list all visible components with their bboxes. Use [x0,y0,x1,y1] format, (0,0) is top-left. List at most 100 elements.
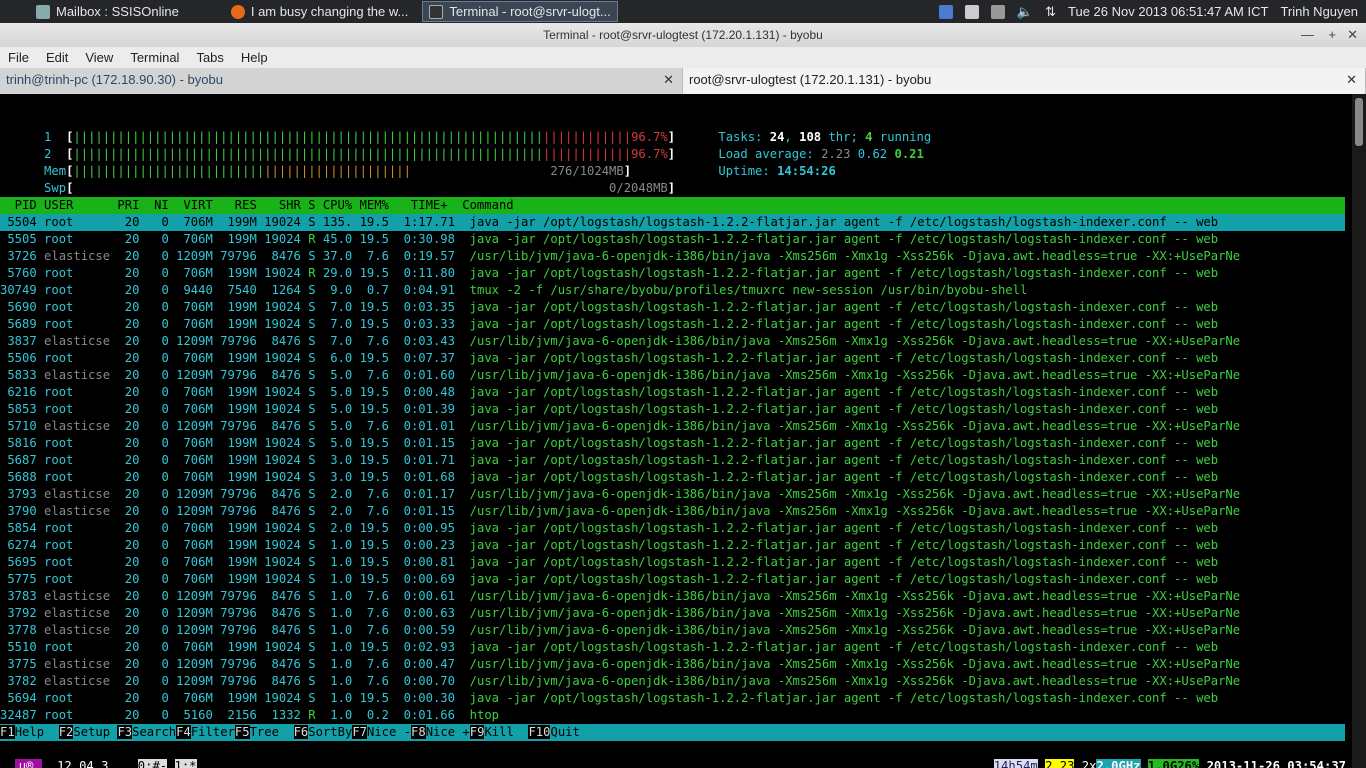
tab-trinh-pc[interactable]: trinh@trinh-pc (172.18.90.30) - byobu ✕ [0,68,683,94]
close-tab-icon[interactable]: ✕ [663,68,674,92]
process-row[interactable]: 3783 elasticse 20 0 1209M 79796 8476 S 1… [0,588,1345,605]
process-row[interactable]: 5694 root 20 0 706M 199M 19024 S 1.0 19.… [0,690,1345,707]
close-icon[interactable]: ✕ [1347,23,1358,47]
tab-srvr-ulogtest[interactable]: root@srvr-ulogtest (172.20.1.131) - byob… [683,68,1366,94]
process-row[interactable]: 3792 elasticse 20 0 1209M 79796 8476 S 1… [0,605,1345,622]
process-row[interactable]: 5854 root 20 0 706M 199M 19024 S 2.0 19.… [0,520,1345,537]
fkey-f6[interactable]: F6 [293,725,309,739]
fkey-f10[interactable]: F10 [528,725,551,739]
process-row[interactable]: 5505 root 20 0 706M 199M 19024 R 45.0 19… [0,231,1345,248]
process-table-header[interactable]: PID USER PRI NI VIRT RES SHR S CPU% MEM%… [0,197,1345,214]
taskbar-app-terminal[interactable]: Terminal - root@srvr-ulogt... [422,1,618,22]
process-row[interactable]: 5853 root 20 0 706M 199M 19024 S 5.0 19.… [0,401,1345,418]
taskbar-app-firefox[interactable]: I am busy changing the w... [225,0,415,23]
menu-file[interactable]: File [0,50,38,65]
menu-tabs[interactable]: Tabs [188,50,232,65]
process-row[interactable]: 5687 root 20 0 706M 199M 19024 S 3.0 19.… [0,452,1345,469]
process-res: 79796 [220,249,265,263]
fkey-f7[interactable]: F7 [352,725,367,739]
process-virt: 5160 [176,708,221,722]
process-pri: 20 [117,640,147,654]
menu-view[interactable]: View [77,50,122,65]
menu-edit[interactable]: Edit [38,50,77,65]
fkey-f3[interactable]: F3 [117,725,133,739]
process-mem: 7.6 [359,249,397,263]
fkey-label[interactable]: SortBy [308,725,352,739]
process-time: 0:01.15 [396,436,470,450]
process-shr: 19024 [264,538,309,552]
process-row[interactable]: 5510 root 20 0 706M 199M 19024 S 1.0 19.… [0,639,1345,656]
clock[interactable]: Tue 26 Nov 2013 06:51:47 AM ICT [1068,4,1268,19]
process-pri: 20 [117,368,147,382]
process-pid: 5816 [0,436,45,450]
process-row[interactable]: 5688 root 20 0 706M 199M 19024 S 3.0 19.… [0,469,1345,486]
process-row[interactable]: 3790 elasticse 20 0 1209M 79796 8476 S 2… [0,503,1345,520]
process-ni: 0 [146,470,177,484]
transfer-icon[interactable]: ⇅ [1045,4,1056,20]
fkey-label[interactable]: Kill [484,725,528,739]
process-row[interactable]: 5775 root 20 0 706M 199M 19024 S 1.0 19.… [0,571,1345,588]
fkey-label[interactable]: Help [15,725,59,739]
process-row[interactable]: 3726 elasticse 20 0 1209M 79796 8476 S 3… [0,248,1345,265]
process-mem: 7.6 [359,487,397,501]
process-row[interactable]: 3782 elasticse 20 0 1209M 79796 8476 S 1… [0,673,1345,690]
fkey-f4[interactable]: F4 [176,725,191,739]
process-row[interactable]: 5816 root 20 0 706M 199M 19024 S 5.0 19.… [0,435,1345,452]
scrollbar[interactable] [1352,94,1366,768]
fkey-f5[interactable]: F5 [234,725,250,739]
close-tab-icon[interactable]: ✕ [1346,68,1357,92]
process-state: S [308,504,323,518]
fkey-f9[interactable]: F9 [469,725,485,739]
process-row[interactable]: 5695 root 20 0 706M 199M 19024 S 1.0 19.… [0,554,1345,571]
process-pid: 6274 [0,538,45,552]
drive-icon[interactable] [990,4,1005,19]
process-time: 0:00.23 [396,538,470,552]
process-row[interactable]: 5689 root 20 0 706M 199M 19024 S 7.0 19.… [0,316,1345,333]
volume-icon[interactable]: 🔈 [1017,4,1033,20]
network-icon[interactable] [938,4,953,19]
process-res: 79796 [220,504,265,518]
process-row[interactable]: 5690 root 20 0 706M 199M 19024 S 7.0 19.… [0,299,1345,316]
fkey-label[interactable]: Search [132,725,176,739]
process-row[interactable]: 32487 root 20 0 5160 2156 1332 R 1.0 0.2… [0,707,1345,724]
taskbar-app-mailbox[interactable]: Mailbox : SSISOnline [30,0,185,23]
fkey-label[interactable]: Tree [250,725,294,739]
process-row[interactable]: 5710 elasticse 20 0 1209M 79796 8476 S 5… [0,418,1345,435]
process-user: root [44,317,118,331]
window-1[interactable]: 1:* [174,759,197,768]
menu-help[interactable]: Help [233,50,277,65]
terminal-area[interactable]: 1 [|||||||||||||||||||||||||||||||||||||… [0,94,1352,768]
dropbox-icon[interactable] [964,4,979,19]
fkey-f1[interactable]: F1 [0,725,15,739]
user-name[interactable]: Trinh Nguyen [1280,4,1358,19]
fkey-f2[interactable]: F2 [58,725,74,739]
process-mem: 19.5 [359,351,397,365]
fkey-label[interactable]: Quit [550,725,594,739]
scrollbar-thumb[interactable] [1355,98,1363,146]
process-row[interactable]: 3837 elasticse 20 0 1209M 79796 8476 S 7… [0,333,1345,350]
process-row[interactable]: 30749 root 20 0 9440 7540 1264 S 9.0 0.7… [0,282,1345,299]
process-row[interactable]: 6216 root 20 0 706M 199M 19024 S 5.0 19.… [0,384,1345,401]
process-row[interactable]: 5506 root 20 0 706M 199M 19024 S 6.0 19.… [0,350,1345,367]
fkey-label[interactable]: Nice + [426,725,470,739]
process-row[interactable]: 5504 root 20 0 706M 199M 19024 S 135. 19… [0,214,1345,231]
fkey-f8[interactable]: F8 [411,725,426,739]
menu-terminal[interactable]: Terminal [122,50,188,65]
process-shr: 8476 [264,606,309,620]
window-0[interactable]: 0:#- [137,759,168,768]
process-row[interactable]: 3793 elasticse 20 0 1209M 79796 8476 S 2… [0,486,1345,503]
fkey-label[interactable]: Filter [191,725,235,739]
process-row[interactable]: 6274 root 20 0 706M 199M 19024 S 1.0 19.… [0,537,1345,554]
process-row[interactable]: 5760 root 20 0 706M 199M 19024 R 29.0 19… [0,265,1345,282]
mem-meter: Mem[||||||||||||||||||||||||||||||||||||… [44,164,632,178]
fkey-label[interactable]: Nice - [367,725,411,739]
fkey-label[interactable]: Setup [73,725,117,739]
process-command: /usr/lib/jvm/java-6-openjdk-i386/bin/jav… [469,249,1241,263]
process-row[interactable]: 3775 elasticse 20 0 1209M 79796 8476 S 1… [0,656,1345,673]
maximize-icon[interactable]: + [1328,23,1336,47]
process-shr: 19024 [264,453,309,467]
process-state: S [308,334,323,348]
process-row[interactable]: 3778 elasticse 20 0 1209M 79796 8476 S 1… [0,622,1345,639]
process-row[interactable]: 5833 elasticse 20 0 1209M 79796 8476 S 5… [0,367,1345,384]
minimize-icon[interactable]: — [1301,23,1314,47]
